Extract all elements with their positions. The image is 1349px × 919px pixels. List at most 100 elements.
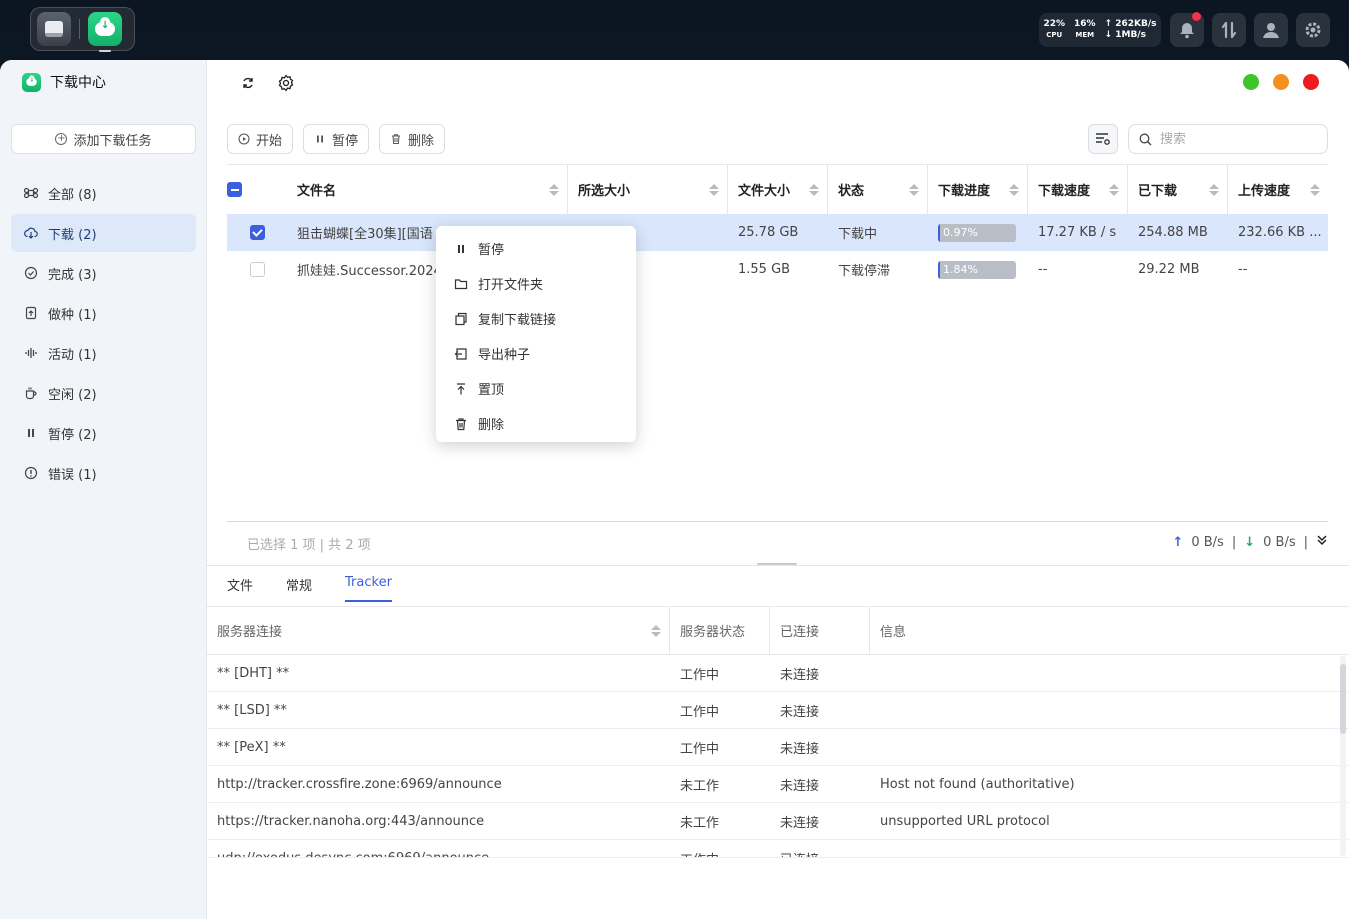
notification-badge bbox=[1192, 12, 1201, 21]
column-header-downloaded[interactable]: 已下载 bbox=[1128, 165, 1228, 214]
sort-icon[interactable] bbox=[909, 183, 919, 196]
sidebar-item-idle[interactable]: 空闲 (2) bbox=[11, 374, 196, 412]
network-stat: ↑ 262KB/s ↓ 1MB/s bbox=[1104, 19, 1157, 40]
progress-fill bbox=[938, 260, 940, 279]
tab-tracker[interactable]: Tracker bbox=[345, 575, 392, 602]
search-icon bbox=[1139, 133, 1152, 145]
pause-button[interactable]: 暂停 bbox=[303, 124, 370, 154]
tracker-info bbox=[870, 655, 1336, 691]
tracker-scrollbar[interactable] bbox=[1340, 656, 1346, 856]
tracker-table-header: 服务器连接 服务器状态 已连接 信息 bbox=[207, 607, 1349, 655]
table-row[interactable]: 狙击蝴蝶[全30集][国语 25.78 GB 下载中 0.97% 17.27 K… bbox=[227, 214, 1328, 251]
system-stats-widget[interactable]: 22% CPU 16% MEM ↑ 262KB/s ↓ 1MB/s bbox=[1039, 13, 1161, 47]
context-menu-pin-top[interactable]: 置顶 bbox=[436, 371, 636, 406]
row-checkbox-cell bbox=[227, 251, 287, 288]
minimize-button[interactable] bbox=[1273, 74, 1289, 90]
tab-general[interactable]: 常规 bbox=[286, 575, 312, 602]
notification-button[interactable] bbox=[1170, 12, 1204, 47]
table-row[interactable]: https://tracker.nanoha.org:443/announce … bbox=[207, 803, 1349, 840]
tracker-connected: 未连接 bbox=[780, 704, 820, 720]
tracker-info bbox=[870, 729, 1336, 765]
folder-icon bbox=[454, 278, 468, 289]
select-all-checkbox[interactable] bbox=[227, 182, 242, 197]
download-center-app-icon[interactable] bbox=[88, 12, 122, 52]
row-checkbox[interactable] bbox=[249, 225, 265, 240]
column-header-status[interactable]: 状态 bbox=[828, 165, 928, 214]
sidebar-item-error[interactable]: 错误 (1) bbox=[11, 454, 196, 492]
transfer-arrows-icon bbox=[1221, 21, 1237, 39]
context-menu-pause[interactable]: 暂停 bbox=[436, 231, 636, 266]
system-settings-button[interactable] bbox=[1296, 13, 1330, 47]
sort-icon[interactable] bbox=[709, 183, 719, 196]
sort-icon[interactable] bbox=[1009, 183, 1019, 196]
tracker-url: http://tracker.crossfire.zone:6969/annou… bbox=[217, 776, 502, 792]
progress-label: 0.97% bbox=[943, 225, 978, 239]
panel-resize-handle[interactable] bbox=[207, 563, 1349, 566]
sort-icon[interactable] bbox=[549, 183, 559, 196]
user-icon bbox=[1263, 23, 1279, 38]
sort-icon[interactable] bbox=[1209, 183, 1219, 196]
column-header-download-speed[interactable]: 下载速度 bbox=[1028, 165, 1128, 214]
column-header-selected-size[interactable]: 所选大小 bbox=[568, 165, 728, 214]
context-menu-delete[interactable]: 删除 bbox=[436, 406, 636, 441]
sidebar-item-paused[interactable]: 暂停 (2) bbox=[11, 414, 196, 452]
app-header: 下载中心 bbox=[22, 72, 106, 92]
dock-separator bbox=[79, 19, 80, 39]
sidebar-item-all[interactable]: 全部 (8) bbox=[11, 174, 196, 212]
sidebar-item-downloading[interactable]: 下载 (2) bbox=[11, 214, 196, 252]
window-controls bbox=[1243, 74, 1319, 90]
column-header-server-status[interactable]: 服务器状态 bbox=[670, 607, 770, 654]
sort-icon[interactable] bbox=[1310, 183, 1320, 196]
column-header-connected[interactable]: 已连接 bbox=[770, 607, 870, 654]
sidebar-item-active[interactable]: 活动 (1) bbox=[11, 334, 196, 372]
row-checkbox[interactable] bbox=[249, 262, 265, 277]
download-center-logo-icon bbox=[22, 72, 41, 92]
column-header-name[interactable]: 文件名 bbox=[287, 165, 568, 214]
search-input[interactable] bbox=[1160, 131, 1310, 147]
maximize-button[interactable] bbox=[1243, 74, 1259, 90]
transfer-button[interactable] bbox=[1212, 13, 1246, 47]
start-button[interactable]: 开始 bbox=[227, 124, 294, 154]
file-manager-app-icon[interactable] bbox=[37, 12, 71, 46]
upload-arrow-icon: ↑ bbox=[1172, 534, 1184, 550]
sort-icon[interactable] bbox=[809, 183, 819, 196]
sidebar-item-completed[interactable]: 完成 (3) bbox=[11, 254, 196, 292]
tracker-status: 工作中 bbox=[680, 667, 720, 683]
collapse-panel-button[interactable] bbox=[1316, 534, 1328, 550]
command-icon bbox=[24, 186, 38, 200]
column-header-info[interactable]: 信息 bbox=[870, 607, 1336, 654]
table-row[interactable]: ** [DHT] ** 工作中 未连接 bbox=[207, 655, 1349, 692]
settings-button[interactable] bbox=[275, 72, 297, 94]
close-button[interactable] bbox=[1303, 74, 1319, 90]
delete-button[interactable]: 删除 bbox=[379, 124, 446, 154]
cell-status: 下载停滞 bbox=[838, 264, 891, 279]
add-download-task-button[interactable]: + 添加下载任务 bbox=[11, 124, 196, 154]
copy-icon bbox=[455, 312, 467, 325]
user-button[interactable] bbox=[1254, 13, 1288, 47]
tracker-status: 工作中 bbox=[680, 741, 720, 757]
activity-bars-icon bbox=[24, 346, 38, 360]
table-row[interactable]: ** [PeX] ** 工作中 未连接 bbox=[207, 729, 1349, 766]
pin-top-icon bbox=[457, 382, 465, 394]
table-row[interactable]: ** [LSD] ** 工作中 未连接 bbox=[207, 692, 1349, 729]
table-row[interactable]: 抓娃娃.Successor.2024 1.55 GB 下载停滞 1.84% --… bbox=[227, 251, 1328, 288]
column-header-progress[interactable]: 下载进度 bbox=[928, 165, 1028, 214]
refresh-button[interactable] bbox=[237, 72, 259, 94]
sidebar-item-seeding[interactable]: 做种 (1) bbox=[11, 294, 196, 332]
column-header-upload-speed[interactable]: 上传速度 bbox=[1228, 165, 1328, 214]
context-menu: 暂停 打开文件夹 复制下载链接 导出种子 置顶 删除 bbox=[436, 226, 636, 442]
download-table: 文件名 所选大小 文件大小 状态 下载进度 下载速度 已下载 上传速度 狙击蝴蝶… bbox=[227, 164, 1328, 288]
sort-icon[interactable] bbox=[651, 624, 661, 637]
context-menu-copy-link[interactable]: 复制下载链接 bbox=[436, 301, 636, 336]
table-row[interactable]: http://tracker.crossfire.zone:6969/annou… bbox=[207, 766, 1349, 803]
column-header-file-size[interactable]: 文件大小 bbox=[728, 165, 828, 214]
column-header-server[interactable]: 服务器连接 bbox=[207, 607, 670, 654]
cell-upload-speed: 232.66 KB ... bbox=[1238, 225, 1322, 240]
cell-progress: 0.97% bbox=[928, 214, 1028, 251]
context-menu-export-torrent[interactable]: 导出种子 bbox=[436, 336, 636, 371]
column-settings-button[interactable] bbox=[1088, 124, 1118, 154]
main-panel: 开始 暂停 删除 文件名 所选大小 bbox=[207, 60, 1349, 919]
context-menu-open-folder[interactable]: 打开文件夹 bbox=[436, 266, 636, 301]
sort-icon[interactable] bbox=[1109, 183, 1119, 196]
tab-files[interactable]: 文件 bbox=[227, 575, 253, 602]
